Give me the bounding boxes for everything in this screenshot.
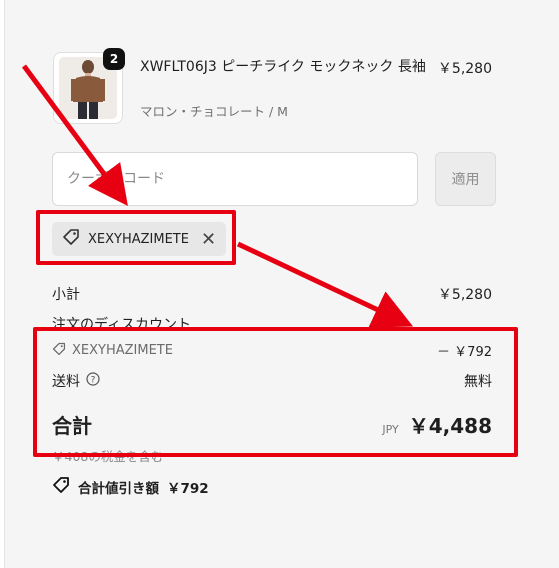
- apply-coupon-button[interactable]: 適用: [435, 152, 496, 206]
- subtotal-row: 小計 ￥5,280: [52, 284, 492, 304]
- quantity-badge: 2: [103, 48, 125, 70]
- savings-label: 合計値引き額: [78, 481, 159, 497]
- annotation-box-coupon: [36, 210, 236, 265]
- order-summary-panel: 2 XWFLT06J3 ピーチライク モックネック 長袖 マロン・チョコレート …: [4, 0, 559, 568]
- total-savings: 合計値引き額 ￥792: [52, 476, 209, 498]
- annotation-box-summary: [33, 327, 518, 457]
- product-price: ￥5,280: [437, 61, 492, 77]
- coupon-code-input[interactable]: [52, 152, 418, 206]
- subtotal-label: 小計: [52, 287, 80, 303]
- product-variant: マロン・チョコレート / M: [140, 104, 288, 119]
- savings-value: ￥792: [167, 481, 209, 497]
- tag-icon: [52, 476, 70, 498]
- product-name: XWFLT06J3 ピーチライク モックネック 長袖: [140, 59, 426, 75]
- subtotal-value: ￥5,280: [437, 287, 492, 303]
